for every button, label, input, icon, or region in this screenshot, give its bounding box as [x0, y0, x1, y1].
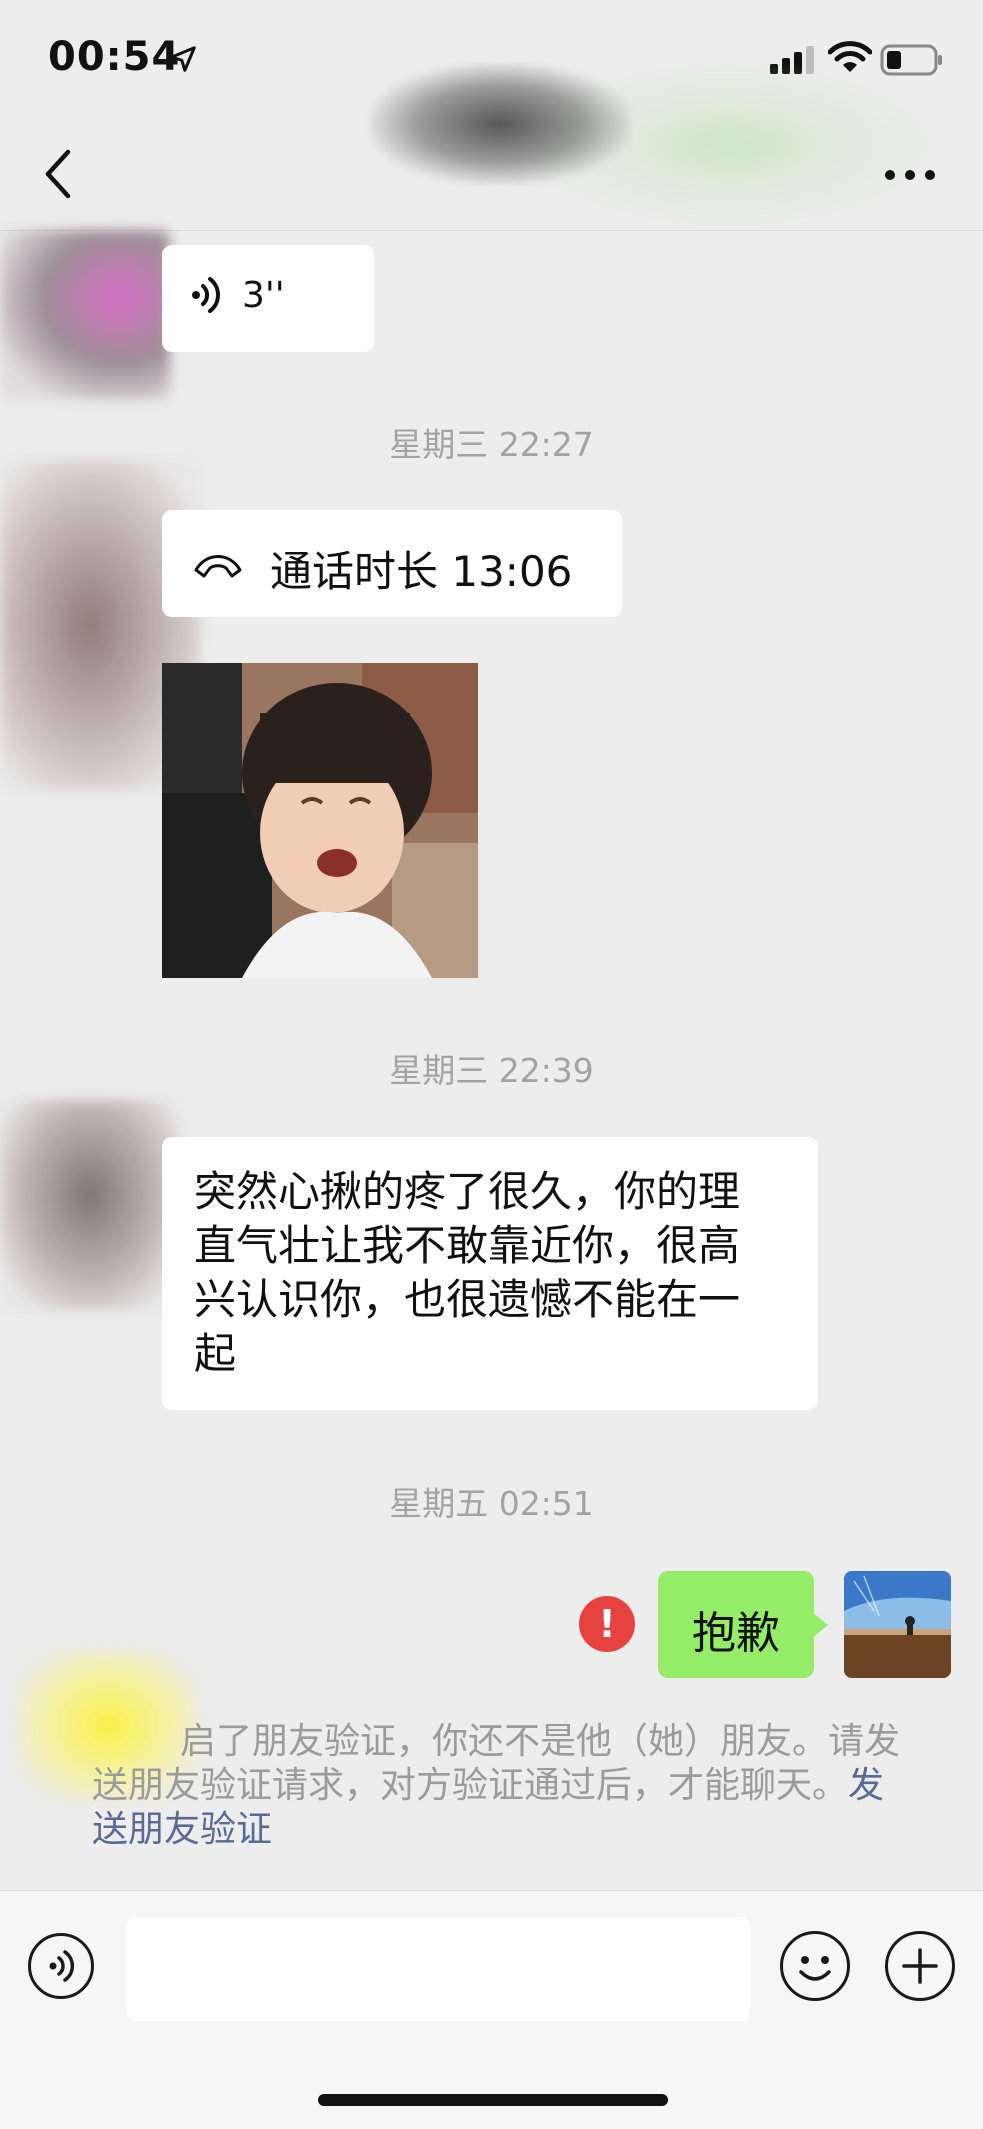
- call-duration-label: 通话时长 13:06: [270, 547, 573, 596]
- bubble-tail: [812, 1612, 828, 1638]
- contact-avatar-redacted[interactable]: [0, 230, 170, 400]
- home-indicator[interactable]: [318, 2094, 668, 2106]
- call-record-bubble[interactable]: 通话时长 13:06: [162, 510, 622, 617]
- nav-bar: [0, 60, 983, 231]
- incoming-message-bubble[interactable]: 突然心揪的疼了很久，你的理直气壮让我不敢靠近你，很高兴认识你，也很遗憾不能在一起: [162, 1137, 818, 1410]
- self-avatar-image: [844, 1571, 951, 1678]
- status-time: 00:54: [48, 34, 181, 80]
- smiley-icon: [799, 1956, 831, 1981]
- voice-message-bubble[interactable]: 3'': [162, 245, 374, 352]
- send-failed-icon[interactable]: !: [579, 1596, 635, 1652]
- voice-wave-icon: [192, 277, 220, 313]
- back-chevron-icon[interactable]: [40, 146, 76, 202]
- self-avatar[interactable]: [844, 1571, 951, 1678]
- chat-screen: 00:54 3'' 星期三 22:27 通话时长 13:06 星期三 22:39…: [0, 0, 983, 2129]
- voice-input-button[interactable]: [28, 1933, 94, 1999]
- redacted-contact-name: [370, 64, 630, 184]
- photo-message[interactable]: [162, 663, 478, 978]
- incoming-message-text: 突然心揪的疼了很久，你的理直气壮让我不敢靠近你，很高兴认识你，也很遗憾不能在一起: [194, 1167, 741, 1378]
- timestamp: 星期三 22:27: [389, 425, 594, 464]
- phone-handset-icon: [194, 555, 242, 578]
- more-functions-button[interactable]: [885, 1931, 955, 2001]
- outgoing-message-bubble[interactable]: 抱歉: [658, 1571, 814, 1678]
- plus-icon: [902, 1948, 938, 1984]
- location-arrow-icon: [170, 46, 196, 72]
- message-input[interactable]: [126, 1917, 750, 2021]
- voice-wave-icon: [49, 1950, 75, 1982]
- emoji-button[interactable]: [780, 1931, 850, 2001]
- crying-child-image: [162, 663, 478, 978]
- timestamp: 星期五 02:51: [389, 1484, 594, 1523]
- notice-text: 启了朋友验证，你还不是他（她）朋友。请发送朋友验证请求，对方验证通过后，才能聊天…: [92, 1721, 901, 1806]
- contact-avatar-redacted[interactable]: [0, 1100, 180, 1310]
- outgoing-message-text: 抱歉: [692, 1608, 780, 1659]
- more-options-icon[interactable]: [880, 150, 940, 200]
- timestamp: 星期三 22:39: [389, 1051, 594, 1090]
- friend-verification-notice: 启了朋友验证，你还不是他（她）朋友。请发送朋友验证请求，对方验证通过后，才能聊天…: [92, 1720, 912, 1852]
- voice-duration: 3'': [242, 275, 285, 316]
